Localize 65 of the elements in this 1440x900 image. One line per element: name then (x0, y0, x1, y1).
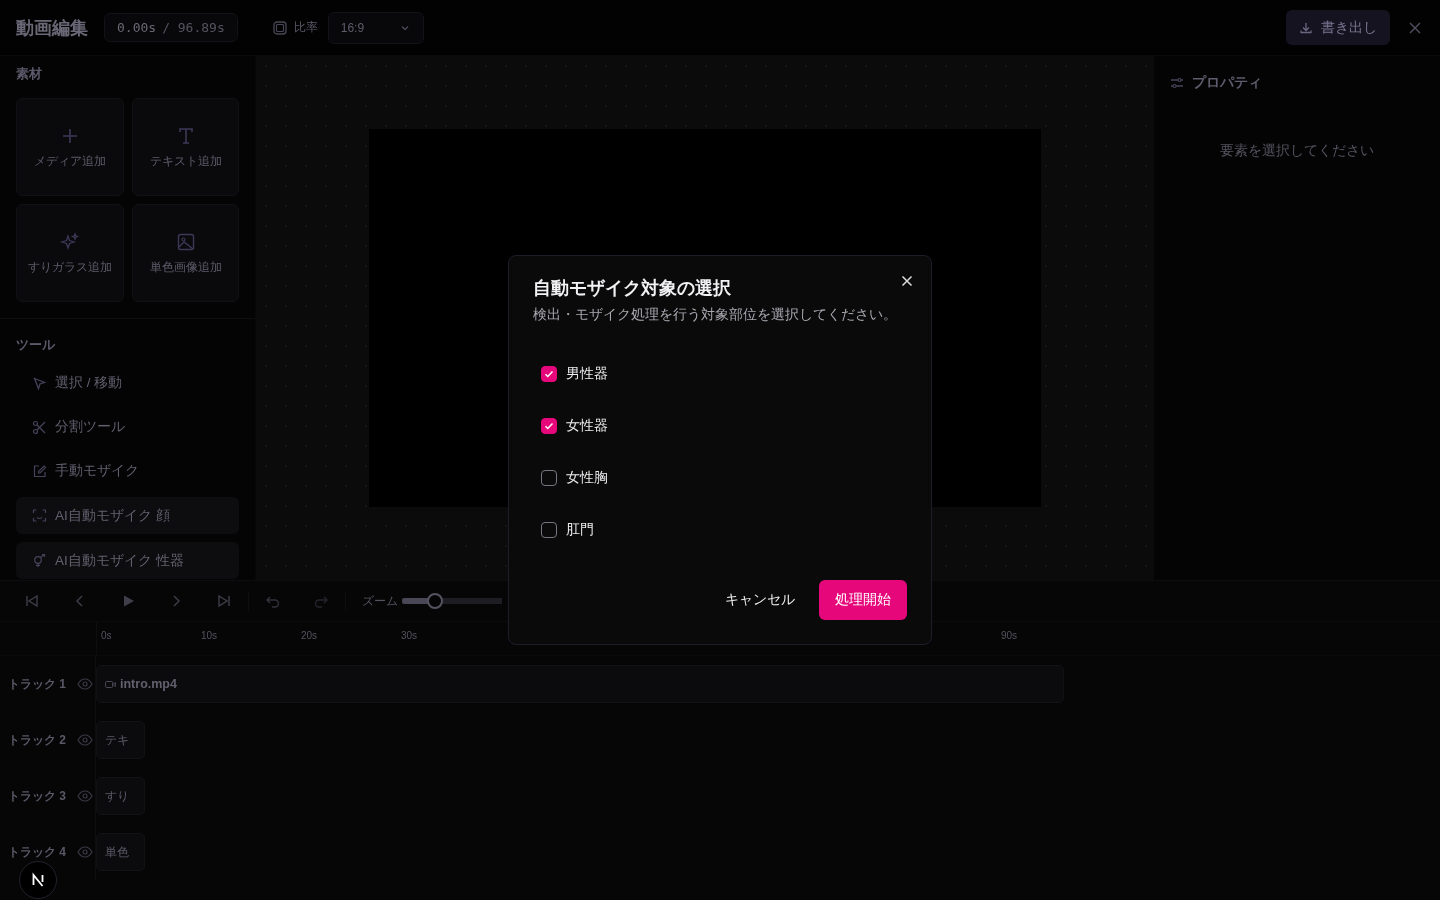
add-material-button[interactable]: 単色画像追加 (132, 204, 239, 302)
dialog-title: 自動モザイク対象の選択 (533, 277, 732, 300)
skip-forward-icon[interactable] (216, 593, 232, 609)
app-title: 動画編集 (16, 16, 88, 40)
timeline-clip[interactable]: 単色 (96, 833, 145, 871)
checkbox[interactable] (541, 470, 557, 486)
ruler-label: 20s (301, 630, 318, 641)
eye-icon[interactable] (77, 734, 93, 746)
sparkles-icon (60, 231, 80, 252)
dev-badge[interactable] (19, 861, 57, 899)
panel-title: プロパティ (1192, 74, 1262, 92)
eye-icon[interactable] (77, 678, 93, 690)
add-material-button[interactable]: すりガラス追加 (16, 204, 124, 302)
track-label: トラック 4 (8, 843, 66, 861)
face-scan-icon (32, 508, 47, 523)
time-display: 0.00s / 96.89s (104, 13, 238, 42)
zoom-label: ズーム (362, 592, 398, 610)
add-material-button[interactable]: テキスト追加 (132, 98, 239, 196)
frame-icon (271, 19, 288, 36)
track-label: トラック 1 (8, 675, 66, 693)
video-icon (105, 679, 116, 689)
sliders-icon (1170, 76, 1184, 90)
option-label: 肛門 (566, 521, 594, 539)
tool-item[interactable]: AI自動モザイク 顔 (16, 497, 239, 534)
eye-icon[interactable] (77, 846, 93, 858)
ratio-select[interactable]: 16:9 (327, 11, 424, 44)
export-button[interactable]: 書き出し (1286, 10, 1390, 45)
option-label: 女性胸 (566, 469, 608, 487)
tool-item[interactable]: 選択 / 移動 (16, 365, 239, 401)
video-clip[interactable]: intro.mp4 (96, 665, 1064, 703)
ratio-label: 比率 (293, 19, 318, 36)
skip-back-icon[interactable] (24, 593, 40, 609)
add-material-button[interactable]: メディア追加 (16, 98, 124, 196)
dialog-subtitle: 検出・モザイク処理を行う対象部位を選択してください。 (533, 306, 898, 324)
download-icon (1299, 20, 1313, 35)
section-heading: 素材 (16, 66, 43, 82)
pointer-icon (32, 375, 47, 391)
ruler-label: 30s (401, 630, 418, 641)
section-heading: ツール (16, 337, 56, 353)
checkbox[interactable] (541, 522, 557, 538)
edit-icon (32, 463, 47, 479)
track-label: トラック 3 (8, 787, 66, 805)
ruler-label: 10s (201, 630, 218, 641)
option-label: 女性器 (566, 417, 608, 435)
cancel-button[interactable]: キャンセル (713, 580, 807, 620)
image-icon (175, 231, 196, 252)
ruler-label: 0s (101, 630, 112, 641)
start-button[interactable]: 処理開始 (819, 580, 907, 620)
letter-n-logo-icon (30, 872, 46, 888)
tool-item[interactable]: 分割ツール (16, 409, 239, 445)
timeline-clip[interactable]: すり (96, 777, 145, 815)
scissors-icon (32, 419, 47, 435)
eye-icon[interactable] (77, 790, 93, 802)
ruler-label: 90s (1001, 630, 1018, 641)
timeline-clip[interactable]: テキ (96, 721, 145, 759)
check-icon (544, 421, 554, 431)
empty-message: 要素を選択してください (1220, 142, 1374, 160)
gender-icon (32, 553, 47, 568)
tool-item[interactable]: 手動モザイク (16, 453, 239, 489)
tool-item[interactable]: AI自動モザイク 性器 (16, 542, 239, 579)
option-label: 男性器 (566, 365, 608, 383)
checkbox[interactable] (541, 366, 557, 382)
checkbox[interactable] (541, 418, 557, 434)
track-label: トラック 2 (8, 731, 66, 749)
check-icon (544, 369, 554, 379)
